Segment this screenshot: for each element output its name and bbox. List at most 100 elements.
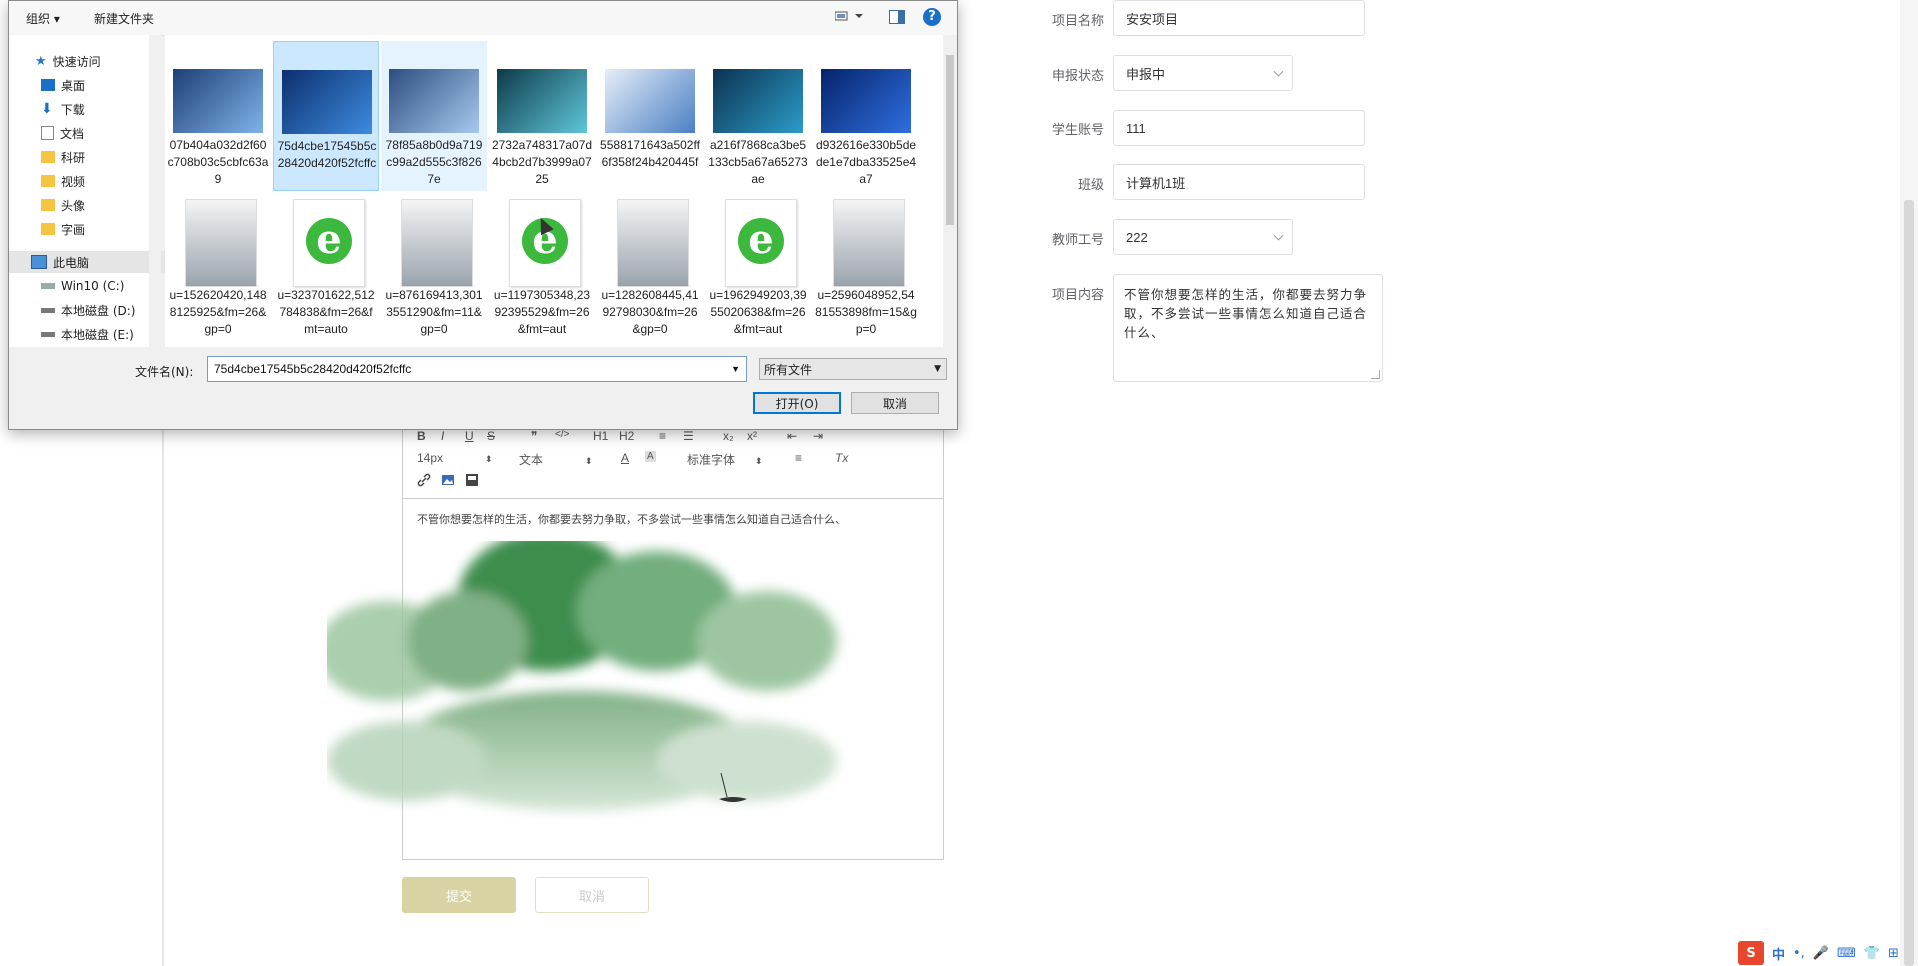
folder-icon <box>41 223 55 235</box>
nav-scrollbar[interactable] <box>149 35 161 347</box>
underline-button[interactable]: U <box>465 429 474 443</box>
code-button[interactable]: </> <box>555 429 569 440</box>
file-item[interactable]: a216f7868ca3be5133cb5a67a65273ae <box>705 41 811 191</box>
nav-label: 本地磁盘 (D:) <box>61 303 136 318</box>
nav-label: 视频 <box>61 174 86 189</box>
file-item[interactable]: 07b404a032d2f60c708b03c5cbfc63a9 <box>165 41 271 191</box>
file-name: 75d4cbe17545b5c28420d420f52fcffc <box>277 139 377 170</box>
align-button[interactable]: ≡ <box>795 451 802 465</box>
file-scrollbar-thumb[interactable] <box>946 55 954 225</box>
h2-button[interactable]: H2 <box>619 429 634 443</box>
preview-pane-icon[interactable] <box>889 10 905 27</box>
superscript-button[interactable]: x² <box>747 429 757 443</box>
file-item[interactable]: u=1282608445,4192798030&fm=26&gp=0 <box>597 191 703 341</box>
cancel-button[interactable]: 取消 <box>535 877 649 913</box>
shirt-icon[interactable]: 👕 <box>1864 946 1880 961</box>
status-label: 申报状态 <box>1051 68 1104 83</box>
file-item[interactable]: e u=1962949203,3955020638&fm=26&fmt=aut <box>705 191 811 341</box>
image-icon[interactable] <box>441 473 455 490</box>
student-account-input[interactable]: 111 <box>1113 110 1365 146</box>
view-options-icon[interactable] <box>834 10 865 25</box>
indent-button[interactable]: ⇥ <box>813 429 823 443</box>
folder-icon <box>41 199 55 211</box>
strikethrough-button[interactable]: S <box>487 429 495 443</box>
drive-icon <box>41 331 55 337</box>
file-item[interactable]: d932616e330b5dede1e7dba33525e4a7 <box>813 41 919 191</box>
ordered-list-button[interactable]: ≡ <box>659 429 666 443</box>
file-name: d932616e330b5dede1e7dba33525e4a7 <box>815 138 917 186</box>
file-item[interactable]: 78f85a8b0d9a719c99a2d555c3f8267e <box>381 41 487 191</box>
drive-icon <box>41 307 55 313</box>
file-name: a216f7868ca3be5133cb5a67a65273ae <box>708 138 808 186</box>
subscript-button[interactable]: x₂ <box>723 429 734 443</box>
rich-text-editor[interactable]: B I U S ❞ </> H1 H2 ≡ ☰ x₂ x² ⇤ ⇥ 14px ⬍ … <box>327 420 944 860</box>
file-item[interactable]: e u=1197305348,2392395529&fm=26&fmt=aut <box>489 191 595 341</box>
file-item[interactable]: 5588171643a502ff6f358f24b420445f <box>597 41 703 191</box>
drive-icon <box>41 283 55 289</box>
file-list-scrollbar[interactable] <box>943 35 957 347</box>
outdent-button[interactable]: ⇤ <box>787 429 797 443</box>
keyboard-icon[interactable]: ⌨ <box>1837 946 1856 961</box>
page-scrollbar-thumb[interactable] <box>1904 200 1914 966</box>
project-name-input[interactable]: 安安项目 <box>1113 0 1365 36</box>
video-icon[interactable] <box>465 473 479 490</box>
filetype-select[interactable]: 所有文件 ▼ <box>759 358 947 380</box>
font-size-select[interactable]: 14px ⬍ <box>417 451 493 465</box>
image-thumbnail <box>617 199 689 287</box>
image-thumbnail <box>713 69 803 133</box>
nav-this-pc[interactable]: 此电脑 <box>9 251 171 273</box>
ime-mode[interactable]: 中 <box>1772 944 1785 963</box>
image-thumbnail <box>401 199 473 287</box>
organize-menu[interactable]: 组织 ▾ <box>26 10 60 27</box>
file-item[interactable]: u=152620420,1488125925&fm=26&gp=0 <box>165 191 271 341</box>
grid-icon[interactable]: ⊞ <box>1888 946 1899 961</box>
ie-document-icon: e <box>509 199 581 287</box>
project-name-label: 项目名称 <box>1051 13 1104 28</box>
file-item[interactable]: e u=323701622,512784838&fm=26&fmt=auto <box>273 191 379 341</box>
filename-input[interactable]: 75d4cbe17545b5c28420d420f52fcffc ▼ <box>207 356 747 382</box>
italic-button[interactable]: I <box>441 429 444 443</box>
content-textarea[interactable]: 不管你想要怎样的生活，你都要去努力争取，不多尝试一些事情怎么知道自己适合什么、 <box>1113 274 1383 382</box>
nav-label: 桌面 <box>61 78 86 93</box>
ime-logo-icon[interactable]: S <box>1738 941 1764 965</box>
content-text: 不管你想要怎样的生活，你都要去努力争取，不多尝试一些事情怎么知道自己适合什么、 <box>1124 287 1368 340</box>
text-style-value: 文本 <box>519 453 544 467</box>
file-list[interactable]: 07b404a032d2f60c708b03c5cbfc63a9 75d4cbe1… <box>165 35 943 347</box>
chevron-down-icon <box>1273 230 1284 241</box>
teacher-id-select[interactable]: 222 <box>1113 219 1293 255</box>
file-item[interactable]: 2732a748317a07d4bcb2d7b3999a0725 <box>489 41 595 191</box>
chevron-down-icon[interactable]: ▼ <box>731 364 740 374</box>
class-input[interactable]: 计算机1班 <box>1113 164 1365 200</box>
new-folder-button[interactable]: 新建文件夹 <box>94 10 154 27</box>
submit-button[interactable]: 提交 <box>402 877 516 913</box>
font-family-select[interactable]: 标准字体 ⬍ <box>687 451 763 468</box>
file-open-dialog[interactable]: 组织 ▾ 新建文件夹 ? ★快速访问 桌面📌 ⬇下载📌 文档📌 科研 视频 头像… <box>8 0 958 430</box>
file-item[interactable]: 75d4cbe17545b5c28420d420f52fcffc <box>273 41 379 191</box>
page-scrollbar[interactable] <box>1900 0 1918 966</box>
bold-button[interactable]: B <box>417 429 426 443</box>
bg-color-button[interactable]: A <box>645 451 656 462</box>
h1-button[interactable]: H1 <box>593 429 608 443</box>
text-style-select[interactable]: 文本 ⬍ <box>519 451 593 468</box>
resize-grip-icon[interactable] <box>1371 370 1380 379</box>
help-icon[interactable]: ? <box>923 8 941 26</box>
clear-format-button[interactable]: Tx <box>835 451 848 465</box>
bullet-list-button[interactable]: ☰ <box>683 429 694 443</box>
nav-label: 字画 <box>61 222 86 237</box>
student-account-label: 学生账号 <box>1051 122 1104 137</box>
folder-icon <box>41 175 55 187</box>
punctuation-mode[interactable]: •, <box>1793 946 1805 961</box>
computer-icon <box>31 255 47 269</box>
status-select[interactable]: 申报中 <box>1113 55 1293 91</box>
open-button[interactable]: 打开(O) <box>753 392 841 414</box>
ie-document-icon: e <box>293 199 365 287</box>
font-color-button[interactable]: A <box>621 451 629 465</box>
dialog-cancel-button[interactable]: 取消 <box>851 392 939 414</box>
link-icon[interactable] <box>417 473 431 490</box>
microphone-icon[interactable]: 🎤 <box>1813 946 1829 961</box>
file-item[interactable]: u=2596048952,5481553898fm=15&gp=0 <box>813 191 919 341</box>
quote-button[interactable]: ❞ <box>531 429 537 443</box>
navigation-pane[interactable]: ★快速访问 桌面📌 ⬇下载📌 文档📌 科研 视频 头像 字画 此电脑 Win10… <box>9 35 177 347</box>
file-item[interactable]: u=876169413,3013551290&fm=11&gp=0 <box>381 191 487 341</box>
chevron-down-icon: ▼ <box>934 364 941 374</box>
